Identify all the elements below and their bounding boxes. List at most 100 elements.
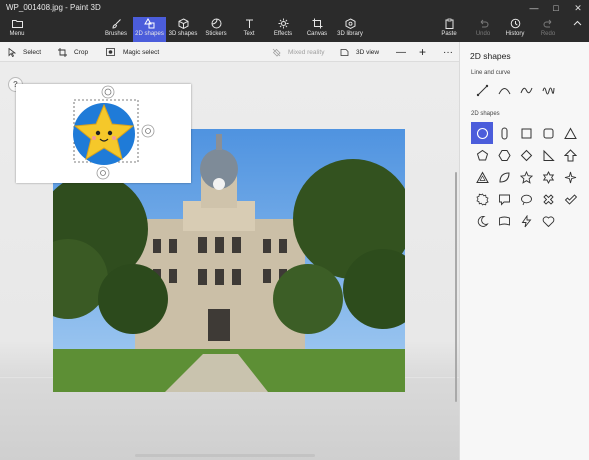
selected-sticker[interactable] [16, 84, 191, 183]
cube-icon [178, 17, 189, 30]
pill-icon [501, 127, 507, 139]
magic-select-tool[interactable]: Magic select [106, 42, 159, 62]
clock-icon [510, 17, 521, 30]
menu-label: Menu [9, 31, 25, 37]
heart-tool[interactable] [537, 210, 559, 232]
redo-button[interactable]: Redo [537, 17, 559, 42]
outlined-triangle-icon [475, 170, 489, 183]
chevron-up-icon [573, 17, 582, 30]
undo-label: Undo [475, 31, 491, 37]
text-icon [244, 17, 255, 30]
pentagon-tool[interactable] [471, 144, 493, 166]
tab-effects-label: Effects [273, 31, 293, 37]
select-tool[interactable]: Select [8, 42, 41, 62]
star-6-tool[interactable] [537, 166, 559, 188]
vertical-scrollbar[interactable] [455, 172, 457, 402]
pill-tool[interactable] [493, 122, 515, 144]
horizontal-scrollbar[interactable] [135, 454, 315, 457]
pentagon-icon [476, 149, 488, 160]
speech-bubble-tool[interactable] [493, 188, 515, 210]
arrow-tool[interactable] [559, 144, 581, 166]
speech-bubble-icon [498, 194, 510, 206]
zoom-in-button[interactable]: + [419, 42, 426, 62]
panel-title: 2D shapes [470, 51, 511, 61]
wave-curve-icon [520, 87, 532, 93]
collapse-ribbon-button[interactable] [569, 17, 585, 42]
gear-icon [475, 192, 489, 206]
curved-shape-icon [498, 171, 510, 183]
redo-icon [543, 17, 554, 30]
sticker-preview-panel [16, 84, 191, 183]
2d-shapes-panel: 2D shapes Line and curve 2D shapes [459, 42, 589, 460]
banner-icon [498, 216, 510, 226]
arrow-up-icon [563, 148, 577, 161]
window-title: WP_001408.jpg - Paint 3D [6, 3, 101, 12]
rounded-square-tool[interactable] [537, 122, 559, 144]
history-button[interactable]: History [503, 17, 527, 42]
banner-tool[interactable] [493, 210, 515, 232]
plus-icon: + [419, 45, 427, 59]
title-bar: WP_001408.jpg - Paint 3D — □ ✕ Menu Brus… [0, 0, 589, 42]
tab-canvas[interactable]: Canvas [303, 17, 331, 42]
maximize-button[interactable]: □ [545, 0, 567, 16]
six-point-star-icon [542, 170, 554, 184]
circle-tool[interactable] [471, 122, 493, 144]
magic-select-icon [106, 47, 116, 57]
tab-stickers[interactable]: Stickers [202, 17, 230, 42]
lightning-tool[interactable] [515, 210, 537, 232]
zoom-out-button[interactable]: — [396, 42, 406, 62]
redo-label: Redo [540, 31, 556, 37]
thought-bubble-icon [520, 194, 532, 205]
square-icon [521, 128, 531, 138]
thought-bubble-tool[interactable] [515, 188, 537, 210]
canvas-area[interactable]: ? [0, 62, 459, 460]
menu-button[interactable]: Menu [4, 17, 30, 42]
tab-3d-shapes[interactable]: 3D shapes [168, 17, 198, 42]
tab-text[interactable]: Text [236, 17, 262, 42]
tab-3d-library-label: 3D library [337, 31, 363, 37]
curve-tool[interactable] [493, 79, 515, 101]
paste-button[interactable]: Paste [438, 17, 460, 42]
crescent-tool[interactable] [471, 210, 493, 232]
tab-2d-shapes-label: 2D shapes [135, 31, 164, 37]
check-tool[interactable] [559, 188, 581, 210]
star-icon [519, 170, 533, 184]
line-section-label: Line and curve [471, 70, 511, 76]
right-triangle-icon [543, 149, 555, 161]
tab-brushes[interactable]: Brushes [100, 17, 132, 42]
tab-effects[interactable]: Effects [268, 17, 298, 42]
triangle-tool[interactable] [559, 122, 581, 144]
hexagon-tool[interactable] [493, 144, 515, 166]
rounded-square-icon [543, 128, 553, 138]
cross-icon [542, 193, 554, 205]
diamond-icon [520, 149, 532, 161]
diamond-tool[interactable] [515, 144, 537, 166]
triangle-icon [563, 126, 577, 139]
ellipsis-icon: ··· [443, 46, 453, 58]
undo-button[interactable]: Undo [472, 17, 494, 42]
hexagon-icon [497, 149, 511, 161]
close-window-button[interactable]: ✕ [567, 0, 589, 16]
gear-shape-tool[interactable] [471, 188, 493, 210]
sticker-icon [211, 17, 222, 30]
square-tool[interactable] [515, 122, 537, 144]
right-triangle-tool[interactable] [537, 144, 559, 166]
tab-3d-library[interactable]: 3D library [334, 17, 366, 42]
line-tools [471, 79, 581, 101]
star-8-tool[interactable] [559, 166, 581, 188]
curved-shape-tool[interactable] [493, 166, 515, 188]
cross-tool[interactable] [537, 188, 559, 210]
tab-2d-shapes[interactable]: 2D shapes [133, 17, 166, 42]
minimize-button[interactable]: — [523, 0, 545, 16]
star-4-tool[interactable] [515, 166, 537, 188]
crop-tool[interactable]: Crop [58, 42, 88, 62]
undo-icon [478, 17, 489, 30]
3-point-curve-tool[interactable] [515, 79, 537, 101]
3d-view-button[interactable]: 3D view [340, 42, 379, 62]
outlined-triangle-tool[interactable] [471, 166, 493, 188]
mixed-reality-button[interactable]: Mixed reality [272, 42, 324, 62]
more-options-button[interactable]: ··· [443, 42, 453, 62]
crop-label: Crop [74, 48, 89, 56]
line-tool[interactable] [471, 79, 493, 101]
4-point-curve-tool[interactable] [537, 79, 559, 101]
